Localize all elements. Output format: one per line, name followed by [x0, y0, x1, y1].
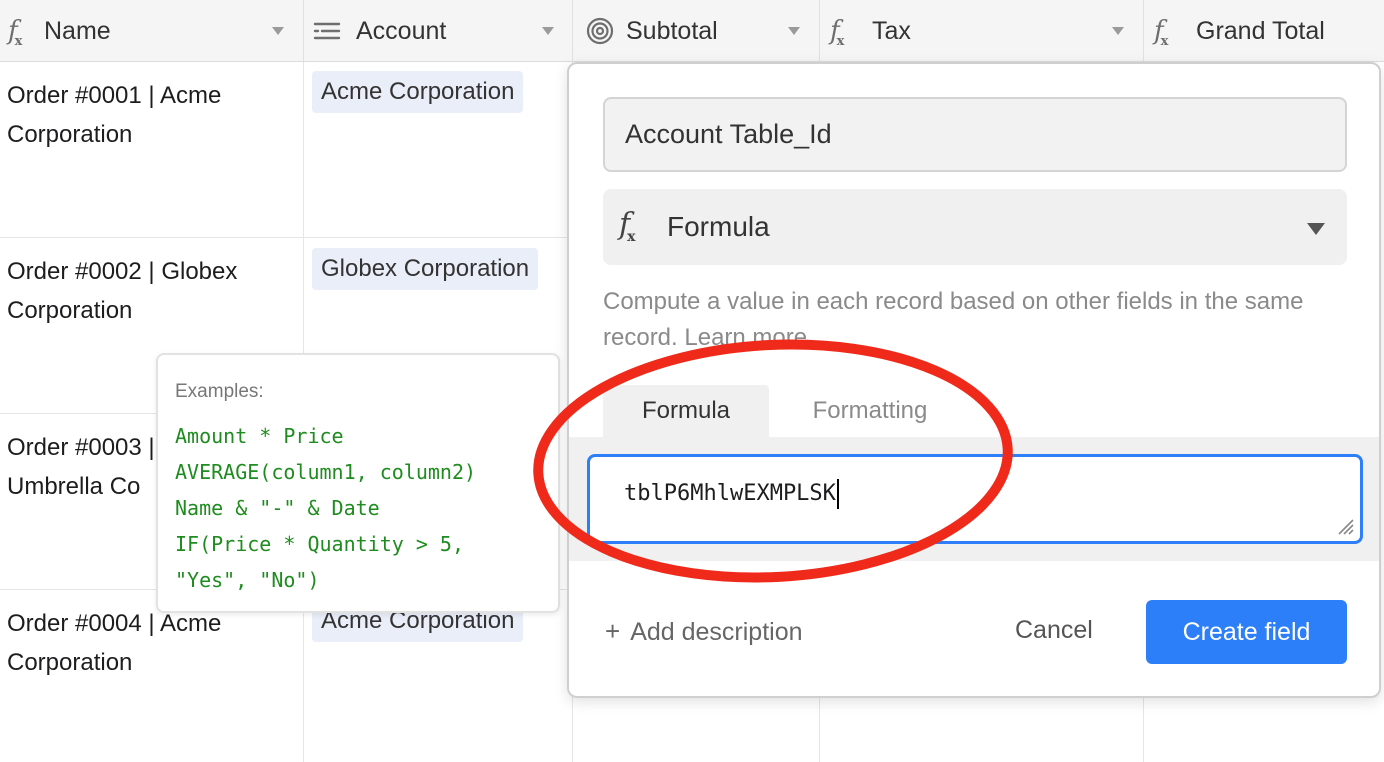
field-type-select[interactable]: fx Formula [603, 189, 1347, 265]
column-header-tax[interactable]: fx Tax [820, 0, 1144, 61]
column-header-label: Subtotal [626, 17, 718, 45]
column-header-label: Account [356, 17, 447, 45]
column-header-grand-total[interactable]: fx Grand Total [1144, 0, 1384, 61]
formula-icon: fx [1154, 16, 1169, 50]
column-header-subtotal[interactable]: Subtotal [573, 0, 820, 61]
example-line: IF(Price * Quantity > 5, [175, 532, 464, 556]
examples-title: Examples: [175, 381, 264, 402]
formula-examples-tooltip: Examples: Amount * Price AVERAGE(column1… [156, 353, 560, 613]
column-header-label: Grand Total [1196, 17, 1325, 45]
cancel-button[interactable]: Cancel [1015, 616, 1093, 645]
chevron-down-icon[interactable] [1112, 27, 1124, 35]
resize-handle-icon[interactable] [1336, 517, 1354, 535]
column-header-label: Name [44, 17, 111, 45]
linked-record-chip[interactable]: Globex Corporation [312, 248, 539, 290]
text-cursor [836, 479, 839, 509]
formula-icon: fx [619, 207, 636, 245]
chevron-down-icon[interactable] [788, 27, 800, 35]
example-line: Amount * Price [175, 424, 344, 448]
record-name-line: Corporation [7, 297, 133, 324]
add-description-label: Add description [630, 618, 803, 646]
create-field-button[interactable]: Create field [1146, 600, 1347, 664]
field-type-label: Formula [667, 211, 770, 242]
column-header-account[interactable]: Account [304, 0, 573, 61]
field-type-description: Compute a value in each record based on … [603, 284, 1347, 356]
record-name-cell[interactable]: Order #0002 | Globex Corporation [7, 252, 287, 330]
linked-record-icon [312, 16, 342, 46]
chevron-down-icon[interactable] [272, 27, 284, 35]
record-name-line: Corporation [7, 649, 133, 676]
plus-icon: + [605, 616, 621, 646]
add-description-button[interactable]: + Add description [605, 616, 803, 647]
formula-icon: fx [8, 16, 23, 50]
chevron-down-icon [1307, 223, 1325, 235]
formula-text: tblP6MhlwEXMPLSK [624, 481, 836, 506]
record-name-line: Order #0001 | Acme [7, 82, 222, 109]
row-divider [0, 237, 570, 238]
example-line: AVERAGE(column1, column2) [175, 460, 477, 484]
example-line: Name & "-" & Date [175, 496, 380, 520]
field-config-panel: Account Table_Id fx Formula Compute a va… [567, 62, 1381, 698]
record-name-line: Corporation [7, 121, 133, 148]
record-name-cell[interactable]: Order #0004 | Acme Corporation [7, 604, 287, 682]
tab-formatting[interactable]: Formatting [785, 385, 955, 437]
column-header-name[interactable]: fx Name [0, 0, 304, 61]
field-name-input[interactable]: Account Table_Id [603, 97, 1347, 172]
learn-more-link[interactable]: Learn more [684, 324, 807, 351]
formula-input[interactable]: tblP6MhlwEXMPLSK [587, 454, 1363, 544]
chevron-down-icon[interactable] [542, 27, 554, 35]
example-line: "Yes", "No") [175, 568, 320, 592]
tab-formula[interactable]: Formula [603, 385, 769, 437]
column-header-label: Tax [872, 17, 911, 45]
record-name-line: Order #0002 | Globex [7, 258, 238, 285]
grid-header: fx Name Account Subtotal fx Tax fx Grand… [0, 0, 1384, 62]
linked-record-chip[interactable]: Acme Corporation [312, 71, 524, 113]
rollup-icon [585, 16, 615, 46]
formula-icon: fx [830, 16, 845, 50]
record-name-cell[interactable]: Order #0001 | Acme Corporation [7, 76, 287, 154]
